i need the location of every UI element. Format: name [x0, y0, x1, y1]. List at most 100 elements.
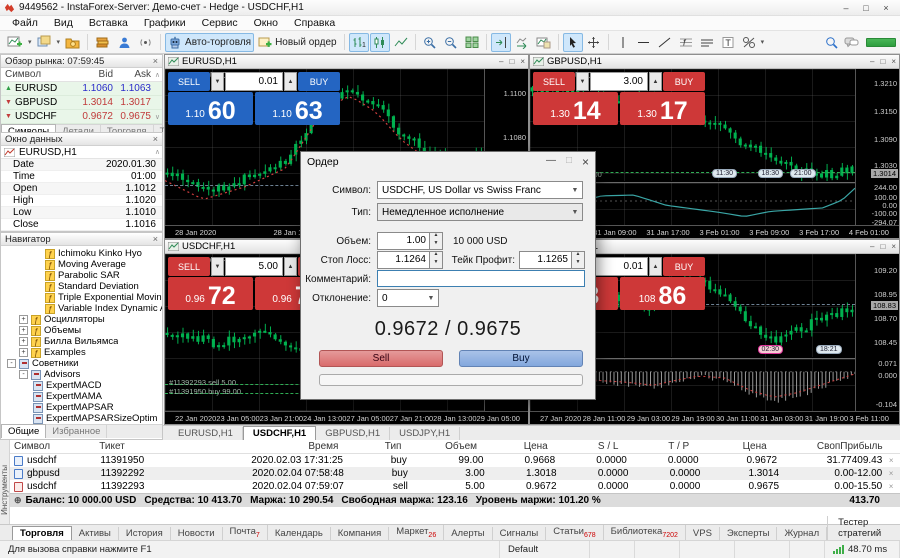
volume-up-icon[interactable]: ▲ — [284, 72, 297, 91]
trade-row[interactable]: usdchf 11392293 2020.02.04 07:59:07 sell… — [10, 480, 900, 493]
tab-favorites[interactable]: Избранное — [46, 425, 107, 438]
profiles-button[interactable] — [34, 33, 55, 52]
broadcast-button[interactable] — [135, 33, 156, 52]
expand-icon[interactable]: + — [19, 348, 28, 357]
new-chart-dropdown[interactable]: ▾ — [27, 38, 33, 46]
channel-tool-button[interactable] — [697, 33, 717, 52]
menu-tools[interactable]: Сервис — [194, 17, 246, 29]
col-swap[interactable]: Своп — [767, 441, 841, 452]
menu-file[interactable]: Файл — [4, 17, 46, 29]
quotes-book-button[interactable] — [92, 33, 113, 52]
status-profile[interactable]: Default — [500, 541, 590, 558]
close-position-icon[interactable]: × — [882, 482, 900, 491]
col-ticket[interactable]: Тикет — [99, 441, 188, 452]
volume-up-icon[interactable]: ▲ — [649, 72, 662, 91]
tree-item[interactable]: ExpertMAMA — [1, 391, 162, 402]
col-type[interactable]: Тип — [338, 441, 401, 452]
tab-signals[interactable]: Сигналы — [493, 527, 547, 540]
takeprofit-field[interactable]: 1.1265▲▼ — [519, 251, 585, 269]
dialog-close-icon[interactable]: × — [582, 155, 589, 169]
chart-close-icon[interactable]: × — [520, 57, 525, 66]
tab-journal[interactable]: Журнал — [777, 527, 827, 540]
spin-down-icon[interactable]: ▼ — [572, 260, 584, 268]
menu-help[interactable]: Справка — [286, 17, 343, 29]
chart-tab-eurusd[interactable]: EURUSD,H1 — [169, 427, 243, 440]
tab-articles[interactable]: Статьи678 — [546, 525, 603, 540]
navigator-close-icon[interactable]: × — [153, 234, 158, 244]
zoom-in-button[interactable] — [420, 33, 440, 52]
chart-tab-usdchf[interactable]: USDCHF,H1 — [243, 426, 316, 440]
collapse-icon[interactable]: - — [7, 359, 16, 368]
tree-item[interactable]: -Советники — [1, 358, 162, 369]
trade-row[interactable]: usdchf 11391950 2020.02.03 17:31:25 buy … — [10, 454, 900, 467]
col-volume[interactable]: Объем — [401, 441, 477, 452]
tree-item[interactable]: ExpertMAPSAR — [1, 402, 162, 413]
menu-charts[interactable]: Графики — [136, 17, 194, 29]
sell-price-button[interactable]: 1.3014 — [533, 92, 618, 125]
order-type-select[interactable]: Немедленное исполнение▼ — [377, 203, 583, 221]
market-watch-close-icon[interactable]: × — [153, 56, 158, 66]
comment-input[interactable] — [377, 270, 585, 287]
market-watch-row[interactable]: ▼USDCHF 0.9672 0.9675 ∨ — [1, 110, 162, 124]
data-window-close-icon[interactable]: × — [153, 134, 158, 144]
expand-icon[interactable]: + — [19, 326, 28, 335]
tree-item[interactable]: ƒParabolic SAR — [1, 270, 162, 281]
cursor-tool-button[interactable] — [563, 33, 583, 52]
tile-windows-button[interactable] — [462, 33, 482, 52]
chart-close-icon[interactable]: × — [891, 242, 896, 251]
tab-news[interactable]: Новости — [171, 527, 223, 540]
trendline-tool-button[interactable] — [655, 33, 675, 52]
volume-down-icon[interactable]: ▼ — [211, 257, 224, 276]
volume-down-icon[interactable]: ▼ — [211, 72, 224, 91]
col-price[interactable]: Цена — [477, 441, 548, 452]
chart-maximize-icon[interactable]: □ — [880, 242, 885, 251]
chart-minimize-icon[interactable]: – — [870, 57, 874, 66]
volume-input[interactable]: 5.00 — [225, 257, 283, 276]
tab-alerts[interactable]: Алерты — [444, 527, 492, 540]
shapes-tool-button[interactable] — [739, 33, 759, 52]
col-price2[interactable]: Цена — [689, 441, 767, 452]
buy-button[interactable]: Buy — [459, 350, 583, 367]
col-ask[interactable]: Ask — [113, 69, 153, 80]
hline-tool-button[interactable] — [634, 33, 654, 52]
tab-calendar[interactable]: Календарь — [268, 527, 331, 540]
tab-company[interactable]: Компания — [331, 527, 389, 540]
shapes-dropdown[interactable]: ▾ — [760, 38, 766, 46]
col-sl[interactable]: S / L — [548, 441, 619, 452]
tab-assets[interactable]: Активы — [72, 527, 119, 540]
col-symbol[interactable]: Символ — [10, 441, 99, 452]
sell-price-button[interactable]: 0.9672 — [168, 277, 253, 310]
plus-circle-icon[interactable]: ⊕ — [14, 495, 22, 506]
stoploss-field[interactable]: 1.1264▲▼ — [377, 251, 443, 269]
strategy-tester-label[interactable]: Тестер стратегий — [827, 516, 900, 540]
market-watch-row[interactable]: ▲EURUSD 1.1060 1.1063 — [1, 82, 162, 96]
tree-item[interactable]: +ƒБилла Вильямса — [1, 336, 162, 347]
tree-item[interactable]: +ƒExamples — [1, 347, 162, 358]
minimize-icon[interactable]: – — [836, 3, 856, 13]
volume-down-icon[interactable]: ▼ — [576, 72, 589, 91]
col-bid[interactable]: Bid — [71, 69, 113, 80]
profiles-dropdown[interactable]: ▾ — [56, 38, 62, 46]
col-tp[interactable]: T / P — [618, 441, 689, 452]
col-time[interactable]: Время — [188, 441, 338, 452]
tree-item[interactable]: ƒIchimoku Kinko Hyo — [1, 248, 162, 259]
scroll-up-icon[interactable]: ∧ — [155, 71, 162, 79]
chart-maximize-icon[interactable]: □ — [880, 57, 885, 66]
line-chart-button[interactable] — [391, 33, 411, 52]
expand-icon[interactable]: + — [19, 337, 28, 346]
scroll-down-icon[interactable]: ∨ — [155, 113, 162, 121]
col-profit[interactable]: Прибыль — [840, 441, 882, 452]
tab-common[interactable]: Общие — [1, 424, 46, 438]
volume-input[interactable]: 0.01 — [590, 257, 648, 276]
tree-item[interactable]: -Advisors — [1, 369, 162, 380]
tree-item[interactable]: ƒTriple Exponential Movin — [1, 292, 162, 303]
expand-icon[interactable]: + — [19, 315, 28, 324]
sell-button[interactable]: SELL — [168, 72, 210, 91]
symbol-select[interactable]: USDCHF, US Dollar vs Swiss Franc▼ — [377, 181, 583, 199]
zoom-out-button[interactable] — [441, 33, 461, 52]
crosshair-tool-button[interactable] — [584, 33, 604, 52]
chart-tab-gbpusd[interactable]: GBPUSD,H1 — [316, 427, 390, 440]
tree-item[interactable]: ExpertMAPSARSizeOptim — [1, 413, 162, 424]
candles-chart-button[interactable] — [370, 33, 390, 52]
dialog-minimize-icon[interactable]: — — [546, 155, 556, 169]
